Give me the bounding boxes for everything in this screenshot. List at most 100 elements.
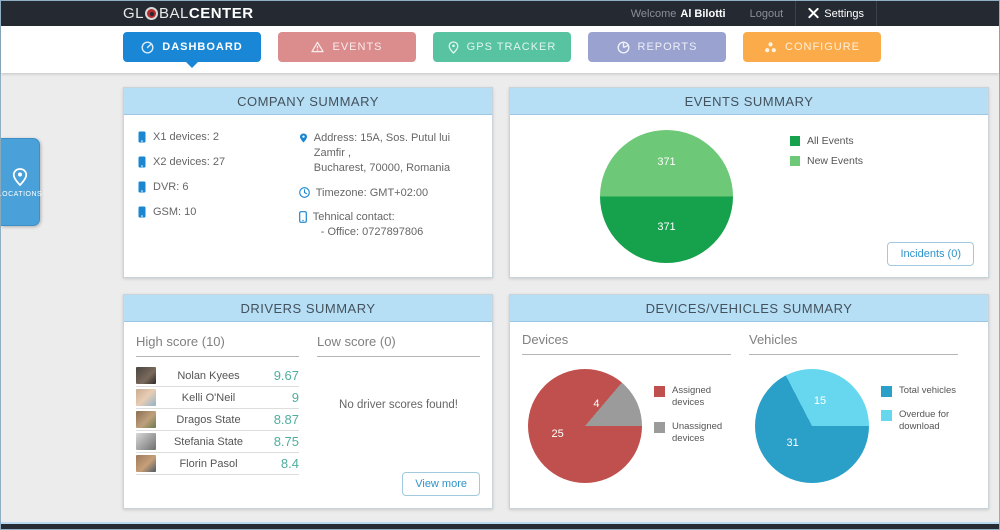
driver-row[interactable]: Nolan Kyees 9.67	[136, 365, 299, 387]
low-score-column: Low score (0) No driver scores found!	[317, 334, 480, 477]
gears-icon	[764, 41, 777, 54]
settings-button[interactable]: Settings	[795, 1, 877, 26]
legend-swatch	[790, 136, 800, 146]
topbar-right-cluster: Welcome Al Bilotti Logout Settings	[619, 1, 877, 26]
incidents-button[interactable]: Incidents (0)	[887, 242, 974, 266]
legend-label: All Events	[807, 135, 854, 148]
legend-label: Total vehicles	[899, 385, 961, 397]
legend-item: All Events	[790, 135, 863, 148]
address-row: Address: 15A, Sos. Putul lui Zamfir ,Buc…	[299, 131, 480, 176]
address-text: Address: 15A, Sos. Putul lui Zamfir ,Buc…	[314, 131, 480, 176]
driver-row[interactable]: Stefania State 8.75	[136, 431, 299, 453]
pie-label-overdue: 15	[814, 395, 826, 407]
welcome-label: Welcome	[631, 8, 677, 20]
legend-item: Overdue for download	[881, 409, 961, 433]
driver-score: 8.87	[261, 412, 299, 427]
tab-reports[interactable]: REPORTS	[588, 32, 726, 62]
vehicles-heading: Vehicles	[749, 332, 958, 355]
tab-configure[interactable]: CONFIGURE	[743, 32, 881, 62]
tab-events-label: EVENTS	[332, 41, 382, 53]
driver-row[interactable]: Florin Pasol 8.4	[136, 453, 299, 475]
legend-label: New Events	[807, 155, 863, 168]
pie-label-assigned: 25	[552, 428, 564, 440]
pie-icon	[617, 41, 630, 54]
vehicles-pie-chart: 15 31	[755, 369, 869, 483]
view-more-button[interactable]: View more	[402, 472, 480, 496]
driver-row[interactable]: Kelli O'Neil 9	[136, 387, 299, 409]
driver-name: Kelli O'Neil	[156, 392, 261, 404]
company-summary-body: X1 devices: 2 X2 devices: 27 DVR: 6 GSM:…	[124, 115, 492, 250]
logo-target-icon	[145, 7, 158, 20]
driver-name: Florin Pasol	[156, 458, 261, 470]
logo-text-pre: GL	[123, 5, 144, 22]
driver-avatar	[136, 389, 156, 406]
tab-dashboard[interactable]: DASHBOARD	[123, 32, 261, 62]
app-logo: GLBALCENTER	[123, 1, 254, 26]
vehicles-legend: Total vehicles Overdue for download	[881, 385, 961, 483]
events-pie-chart: 371 371	[600, 130, 733, 263]
device-count-row: X1 devices: 2	[138, 131, 299, 143]
device-count-label: X1 devices: 2	[153, 131, 219, 143]
driver-name: Stefania State	[156, 436, 261, 448]
tab-events[interactable]: EVENTS	[278, 32, 416, 62]
device-count-row: DVR: 6	[138, 181, 299, 193]
low-score-heading: Low score (0)	[317, 334, 480, 357]
legend-label: Overdue for download	[899, 409, 961, 433]
legend-swatch	[790, 156, 800, 166]
driver-score: 8.4	[261, 456, 299, 471]
company-summary-panel: COMPANY SUMMARY X1 devices: 2 X2 devices…	[123, 87, 493, 278]
tab-gps-tracker-label: GPS TRACKER	[467, 41, 557, 53]
gauge-icon	[141, 41, 154, 54]
devices-heading: Devices	[522, 332, 731, 355]
wrench-icon	[808, 8, 819, 19]
legend-item: New Events	[790, 155, 863, 168]
devices-vehicles-summary-panel: DEVICES/VEHICLES SUMMARY Devices 4 25 As…	[509, 294, 989, 509]
devices-pie-chart: 4 25	[528, 369, 642, 483]
driver-score: 8.75	[261, 434, 299, 449]
high-score-heading: High score (10)	[136, 334, 299, 357]
timezone-row: Timezone: GMT+02:00	[299, 186, 480, 201]
events-summary-body: 371 371 All Events New Events Incidents …	[510, 115, 988, 278]
warning-triangle-icon	[311, 41, 324, 53]
devices-section: Devices 4 25 Assigned devices Unassigned…	[522, 332, 749, 483]
driver-score: 9	[261, 390, 299, 405]
device-count-label: DVR: 6	[153, 181, 188, 193]
driver-score: 9.67	[261, 368, 299, 383]
drivers-summary-body: High score (10) Nolan Kyees 9.67 Kelli O…	[124, 322, 492, 477]
legend-label: Unassigned devices	[672, 421, 734, 445]
location-pin-icon	[12, 167, 28, 187]
devices-legend: Assigned devices Unassigned devices	[654, 385, 734, 483]
main-navigation: DASHBOARD EVENTS GPS TRACKER REPORTS CON…	[1, 26, 999, 73]
legend-item: Total vehicles	[881, 385, 961, 397]
legend-swatch	[881, 386, 892, 397]
logo-text-bold: CENTER	[189, 5, 254, 22]
footer-dark-strip	[1, 524, 999, 529]
tab-gps-tracker[interactable]: GPS TRACKER	[433, 32, 571, 62]
tab-reports-label: REPORTS	[638, 41, 698, 53]
pie-label-total: 31	[786, 437, 798, 449]
legend-label: Assigned devices	[672, 385, 734, 409]
company-device-counts: X1 devices: 2 X2 devices: 27 DVR: 6 GSM:…	[138, 131, 299, 250]
locations-side-tab[interactable]: LOCATIONS	[1, 138, 40, 226]
pie-label-unassigned: 4	[593, 398, 599, 410]
vehicles-section: Vehicles 15 31 Total vehicles Overdue fo…	[749, 332, 976, 483]
clock-icon	[299, 187, 310, 198]
driver-name: Dragos State	[156, 414, 261, 426]
driver-avatar	[136, 433, 156, 450]
driver-row[interactable]: Dragos State 8.87	[136, 409, 299, 431]
username: Al Bilotti	[680, 8, 725, 20]
pin-icon	[299, 132, 308, 144]
smartphone-icon	[138, 206, 146, 218]
phone-icon	[299, 211, 307, 223]
top-bar: GLBALCENTER Welcome Al Bilotti Logout Se…	[1, 1, 999, 26]
company-contact-info: Address: 15A, Sos. Putul lui Zamfir ,Buc…	[299, 131, 480, 250]
no-scores-message: No driver scores found!	[317, 399, 480, 411]
legend-swatch	[654, 386, 665, 397]
logout-button[interactable]: Logout	[738, 1, 796, 26]
high-score-column: High score (10) Nolan Kyees 9.67 Kelli O…	[136, 334, 299, 477]
smartphone-icon	[138, 131, 146, 143]
welcome-text: Welcome Al Bilotti	[619, 1, 738, 26]
events-legend: All Events New Events	[790, 135, 863, 175]
contact-row: Tehnical contact:- Office: 0727897806	[299, 210, 480, 240]
pie-label-all-events: 371	[657, 221, 675, 233]
